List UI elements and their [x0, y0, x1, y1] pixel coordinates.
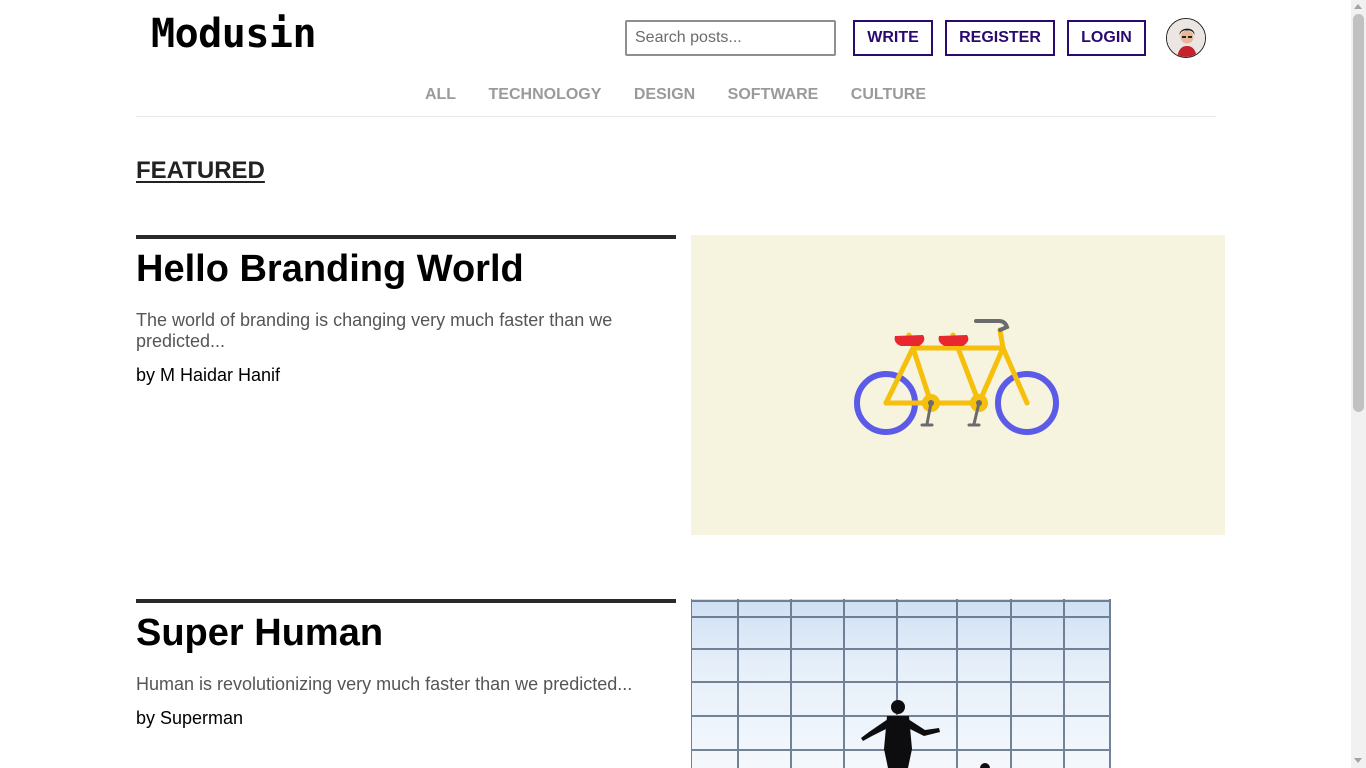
post-excerpt: The world of branding is changing very m…: [136, 310, 613, 351]
nav-item-all[interactable]: ALL: [425, 86, 456, 104]
post-divider: [136, 235, 676, 239]
scroll-up-arrow-icon[interactable]: [1354, 4, 1362, 9]
bicycle-icon: [854, 319, 1059, 435]
nav-item-design[interactable]: DESIGN: [634, 86, 695, 104]
write-button[interactable]: WRITE: [853, 20, 933, 56]
header-divider: [136, 116, 1216, 117]
site-logo[interactable]: Modusin: [151, 10, 317, 58]
post-image-bicycle[interactable]: [691, 235, 1225, 535]
login-button[interactable]: LOGIN: [1067, 20, 1146, 56]
avatar-photo: [1167, 19, 1205, 57]
post-divider: [136, 599, 676, 603]
post-title[interactable]: Super Human: [136, 611, 383, 655]
nav-item-technology[interactable]: TECHNOLOGY: [489, 86, 602, 104]
post-author[interactable]: by M Haidar Hanif: [136, 365, 280, 386]
post-author[interactable]: by Superman: [136, 708, 243, 729]
register-button[interactable]: REGISTER: [945, 20, 1055, 56]
category-nav: ALL TECHNOLOGY DESIGN SOFTWARE CULTURE: [0, 86, 1351, 104]
post-image-superhuman[interactable]: [691, 599, 1111, 768]
scrollbar-thumb[interactable]: [1353, 14, 1364, 412]
nav-item-software[interactable]: SOFTWARE: [728, 86, 819, 104]
person-silhouette-image: [691, 599, 1111, 768]
user-avatar[interactable]: [1166, 18, 1206, 58]
page: Modusin WRITE REGISTER LOGIN ALL TECHNOL…: [0, 0, 1351, 768]
post-excerpt: Human is revolutionizing very much faste…: [136, 674, 633, 694]
scroll-down-arrow-icon[interactable]: [1354, 758, 1362, 763]
search-input[interactable]: [625, 20, 836, 56]
section-title: FEATURED: [136, 157, 265, 184]
post-title[interactable]: Hello Branding World: [136, 247, 524, 291]
nav-item-culture[interactable]: CULTURE: [851, 86, 926, 104]
vertical-scrollbar[interactable]: [1351, 0, 1366, 768]
